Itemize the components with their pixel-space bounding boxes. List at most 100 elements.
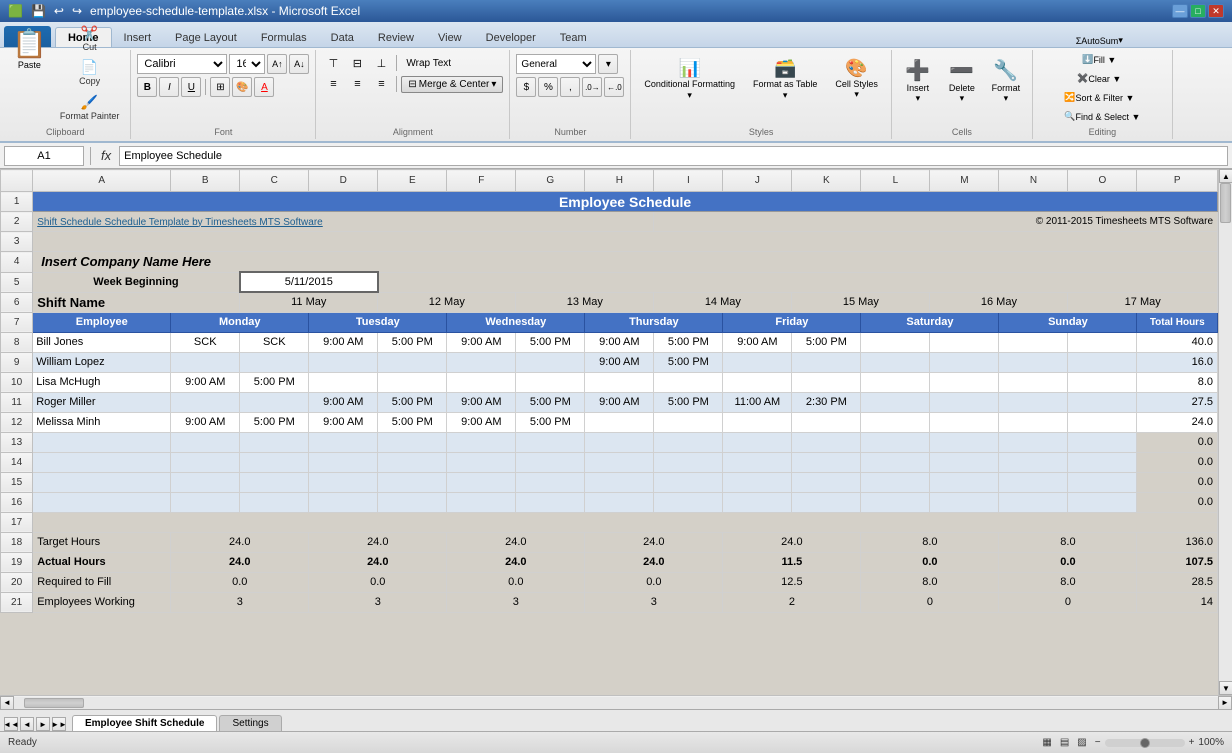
r8-thu2[interactable]: 5:00 PM — [654, 332, 723, 352]
r10-mon1[interactable]: 9:00 AM — [171, 372, 240, 392]
col-header-a[interactable]: A — [33, 170, 171, 192]
col-header-j[interactable]: J — [723, 170, 792, 192]
r8-thu1[interactable]: 9:00 AM — [585, 332, 654, 352]
r12-total[interactable]: 24.0 — [1137, 412, 1218, 432]
r12-thu1[interactable] — [585, 412, 654, 432]
format-painter-button[interactable]: 🖌️ Format Painter — [55, 92, 125, 125]
r9-wed2[interactable] — [516, 352, 585, 372]
page-layout-button[interactable]: ▤ — [1060, 737, 1069, 748]
r11-tue2[interactable]: 5:00 PM — [378, 392, 447, 412]
font-name-select[interactable]: Calibri — [137, 54, 227, 74]
r11-thu2[interactable]: 5:00 PM — [654, 392, 723, 412]
vertical-scrollbar[interactable]: ▲ ▼ — [1218, 169, 1232, 695]
week-begin-value[interactable]: 5/11/2015 — [240, 272, 378, 292]
hscroll-track[interactable] — [14, 697, 1218, 709]
maximize-button[interactable]: □ — [1190, 4, 1206, 18]
col-header-p[interactable]: P — [1137, 170, 1218, 192]
hscroll-thumb[interactable] — [24, 698, 84, 708]
r12-wed1[interactable]: 9:00 AM — [447, 412, 516, 432]
r10-sat1[interactable] — [861, 372, 930, 392]
cell-styles-button[interactable]: 🎨 Cell Styles ▾ — [828, 54, 885, 104]
r9-tue1[interactable] — [309, 352, 378, 372]
r11-sat1[interactable] — [861, 392, 930, 412]
col-header-c[interactable]: C — [240, 170, 309, 192]
autosum-button[interactable]: Σ AutoSum ▾ — [1059, 32, 1139, 49]
r12-tue2[interactable]: 5:00 PM — [378, 412, 447, 432]
r10-sat2[interactable] — [930, 372, 999, 392]
r12-name[interactable]: Melissa Minh — [33, 412, 171, 432]
border-button[interactable]: ⊞ — [210, 77, 230, 97]
col-header-m[interactable]: M — [930, 170, 999, 192]
minimize-button[interactable]: — — [1172, 4, 1188, 18]
r8-wed2[interactable]: 5:00 PM — [516, 332, 585, 352]
align-top-button[interactable]: ⊤ — [322, 54, 344, 72]
sort-filter-button[interactable]: 🔀 Sort & Filter ▼ — [1059, 89, 1139, 106]
r8-sat2[interactable] — [930, 332, 999, 352]
r9-mon2[interactable] — [240, 352, 309, 372]
r10-mon2[interactable]: 5:00 PM — [240, 372, 309, 392]
r11-name[interactable]: Roger Miller — [33, 392, 171, 412]
tab-page-layout[interactable]: Page Layout — [163, 28, 249, 47]
r10-tue2[interactable] — [378, 372, 447, 392]
r9-sat2[interactable] — [930, 352, 999, 372]
r12-sat2[interactable] — [930, 412, 999, 432]
r10-thu2[interactable] — [654, 372, 723, 392]
r11-sun1[interactable] — [999, 392, 1068, 412]
r9-name[interactable]: William Lopez — [33, 352, 171, 372]
col-header-k[interactable]: K — [792, 170, 861, 192]
r8-fri2[interactable]: 5:00 PM — [792, 332, 861, 352]
sheet-prev-button[interactable]: ◄ — [20, 717, 34, 731]
normal-view-button[interactable]: ▦ — [1042, 737, 1051, 748]
row3-empty[interactable] — [33, 232, 1218, 252]
r8-tue2[interactable]: 5:00 PM — [378, 332, 447, 352]
r11-fri1[interactable]: 11:00 AM — [723, 392, 792, 412]
shift-name-cell[interactable]: Shift Name — [33, 292, 240, 312]
align-left-button[interactable]: ≡ — [322, 75, 344, 93]
r12-mon2[interactable]: 5:00 PM — [240, 412, 309, 432]
align-center-button[interactable]: ≡ — [346, 75, 368, 93]
cell-reference-input[interactable] — [4, 146, 84, 166]
tab-team[interactable]: Team — [548, 28, 599, 47]
r11-fri2[interactable]: 2:30 PM — [792, 392, 861, 412]
paste-button[interactable]: 📋 Paste — [6, 23, 53, 74]
r11-wed1[interactable]: 9:00 AM — [447, 392, 516, 412]
table-row[interactable]: 10 Lisa McHugh 9:00 AM 5:00 PM — [1, 372, 1218, 392]
number-format-select[interactable]: General — [516, 54, 596, 74]
fill-color-button[interactable]: 🎨 — [232, 77, 252, 97]
zoom-slider[interactable] — [1105, 739, 1185, 747]
font-size-select[interactable]: 16 — [229, 54, 265, 74]
r9-thu2[interactable]: 5:00 PM — [654, 352, 723, 372]
comma-button[interactable]: , — [560, 77, 580, 97]
col-header-n[interactable]: N — [999, 170, 1068, 192]
hscroll-left-button[interactable]: ◄ — [0, 696, 14, 710]
clear-button[interactable]: ✖️ Clear ▼ — [1059, 70, 1139, 87]
align-right-button[interactable]: ≡ — [370, 75, 392, 93]
tab-review[interactable]: Review — [366, 28, 426, 47]
col-header-d[interactable]: D — [309, 170, 378, 192]
sheet-first-button[interactable]: ◄◄ — [4, 717, 18, 731]
page-break-button[interactable]: ▨ — [1077, 737, 1086, 748]
r12-sun1[interactable] — [999, 412, 1068, 432]
r12-sun2[interactable] — [1068, 412, 1137, 432]
table-row[interactable]: 12 Melissa Minh 9:00 AM 5:00 PM 9:00 AM … — [1, 412, 1218, 432]
tab-formulas[interactable]: Formulas — [249, 28, 319, 47]
table-row[interactable]: 14 — [1, 452, 1218, 472]
conditional-formatting-button[interactable]: 📊 Conditional Formatting ▾ — [637, 54, 742, 105]
r11-wed2[interactable]: 5:00 PM — [516, 392, 585, 412]
format-button[interactable]: 🔧 Format ▾ — [986, 54, 1026, 108]
table-row[interactable]: 16 — [1, 492, 1218, 512]
undo-button[interactable]: ↩ — [52, 4, 66, 18]
r12-fri1[interactable] — [723, 412, 792, 432]
table-row[interactable]: 8 Bill Jones SCK SCK 9:00 AM 5:00 PM 9:0… — [1, 332, 1218, 352]
col-header-o[interactable]: O — [1068, 170, 1137, 192]
r9-sat1[interactable] — [861, 352, 930, 372]
fill-button[interactable]: ⬇️ Fill ▼ — [1059, 51, 1139, 68]
tab-data[interactable]: Data — [319, 28, 366, 47]
table-row[interactable]: 18 Target Hours 24.0 24.0 24.0 24.0 24.0… — [1, 532, 1218, 552]
percent-button[interactable]: % — [538, 77, 558, 97]
cut-button[interactable]: ✂️ Cut — [55, 23, 125, 56]
align-middle-button[interactable]: ⊟ — [346, 54, 368, 72]
r12-tue1[interactable]: 9:00 AM — [309, 412, 378, 432]
r9-thu1[interactable]: 9:00 AM — [585, 352, 654, 372]
increase-decimal-button[interactable]: .0→ — [582, 77, 602, 97]
